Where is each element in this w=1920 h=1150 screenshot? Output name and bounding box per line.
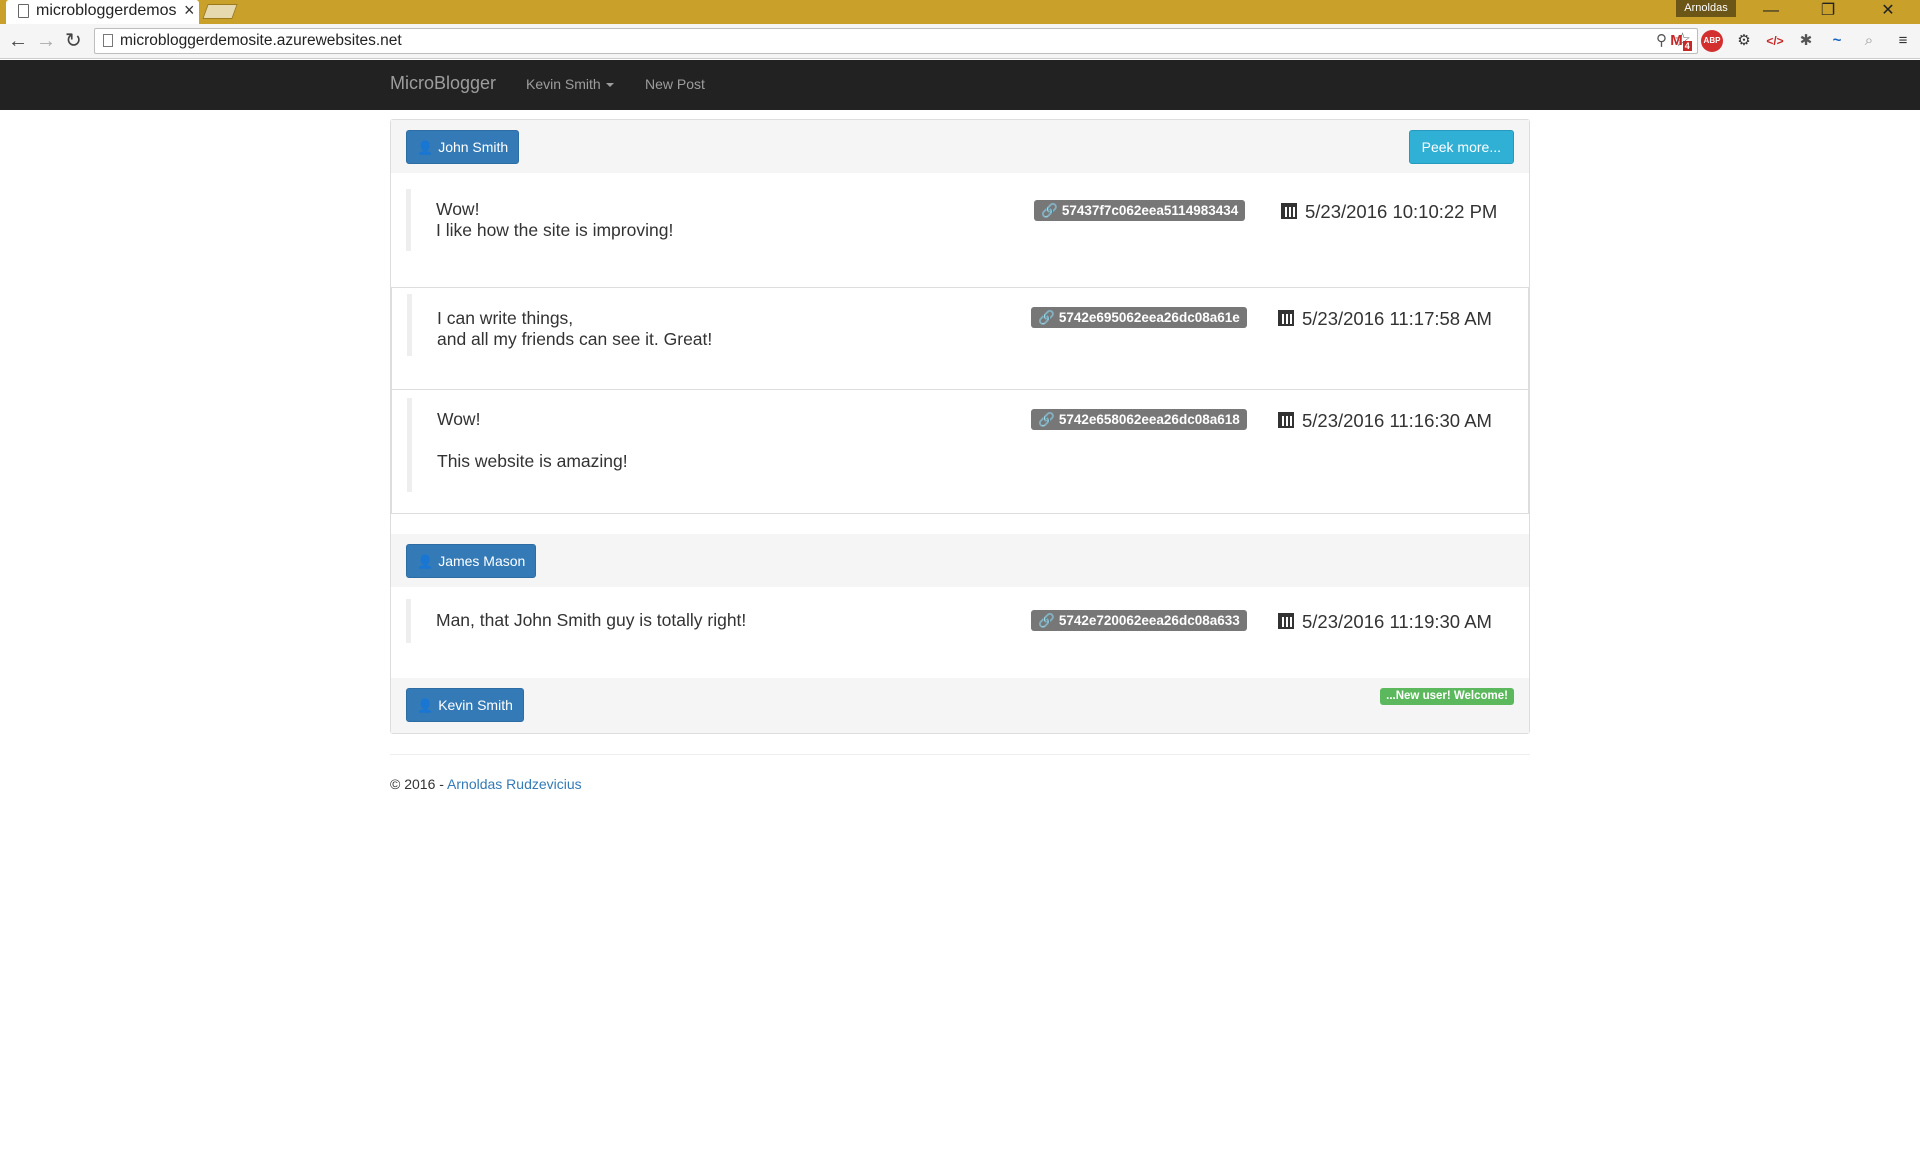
post-id-link[interactable]: 🔗 57437f7c062eea5114983434 (1034, 200, 1246, 221)
browser-title-bar: microbloggerdemosite.azurewebsites.net ×… (0, 0, 1920, 24)
post-item: Man, that John Smith guy is totally righ… (391, 587, 1529, 678)
bug-extension-icon[interactable]: ✱ (1795, 30, 1817, 52)
forward-icon[interactable]: → (36, 29, 56, 53)
tab-close-icon[interactable]: × (184, 0, 195, 21)
footer-divider (390, 754, 1530, 755)
author-button[interactable]: 👤 John Smith (406, 130, 520, 164)
page-favicon-icon (18, 4, 29, 18)
post-line: I like how the site is improving! (436, 220, 674, 240)
minimize-icon[interactable]: — (1748, 0, 1794, 22)
post-line: This website is amazing! (437, 451, 628, 471)
user-group-header: 👤 Kevin Smith ...New user! Welcome! (391, 678, 1529, 733)
link-icon: 🔗 (1041, 203, 1058, 218)
tab-title: microbloggerdemosite.azurewebsites.net (36, 2, 176, 19)
user-group-header: 👤 James Mason (391, 534, 1529, 587)
calendar-icon (1278, 613, 1294, 629)
timestamp-text: 5/23/2016 11:17:58 AM (1302, 308, 1492, 329)
peek-more-button[interactable]: Peek more... (1408, 130, 1514, 164)
post-text: I can write things, and all my friends c… (437, 308, 712, 350)
author-button[interactable]: 👤 James Mason (406, 544, 537, 578)
footer-copyright: © 2016 - (390, 776, 448, 792)
author-name: James Mason (438, 553, 526, 569)
adblock-extension-icon[interactable]: ABP (1701, 30, 1723, 52)
window-close-icon[interactable]: ✕ (1865, 0, 1911, 22)
address-bar[interactable]: microbloggerdemosite.azurewebsites.net ⚲… (94, 28, 1698, 54)
user-menu-label: Kevin Smith (526, 76, 601, 92)
timestamp-text: 5/23/2016 11:16:30 AM (1302, 410, 1492, 431)
user-group-header: 👤 John Smith Peek more... (391, 120, 1529, 173)
browser-toolbar: ← → ↻ microbloggerdemosite.azurewebsites… (0, 24, 1920, 59)
profile-button[interactable]: Arnoldas (1676, 0, 1736, 17)
post-timestamp: 5/23/2016 11:16:30 AM (1278, 410, 1492, 432)
post-line: I can write things, (437, 308, 574, 328)
post-timestamp: 5/23/2016 10:10:22 PM (1281, 201, 1497, 223)
user-icon: 👤 (417, 698, 434, 713)
post-id: 5742e720062eea26dc08a633 (1058, 613, 1240, 628)
search-extension-icon[interactable]: ⌕ (1858, 30, 1880, 52)
caret-down-icon (605, 83, 614, 88)
post-line: Wow! (437, 409, 481, 429)
timestamp-text: 5/23/2016 10:10:22 PM (1305, 201, 1498, 222)
post-timestamp: 5/23/2016 11:17:58 AM (1278, 308, 1492, 330)
new-tab-button[interactable] (202, 4, 238, 19)
browser-tab[interactable]: microbloggerdemosite.azurewebsites.net × (6, 0, 199, 24)
back-icon[interactable]: ← (8, 29, 28, 53)
post-timestamp: 5/23/2016 11:19:30 AM (1278, 611, 1492, 633)
post-line: and all my friends can see it. Great! (437, 329, 713, 349)
post-id-link[interactable]: 🔗 5742e658062eea26dc08a618 (1031, 409, 1247, 430)
post-item: I can write things, and all my friends c… (391, 287, 1529, 390)
calendar-icon (1281, 203, 1297, 219)
user-menu-dropdown[interactable]: Kevin Smith (526, 76, 614, 92)
chrome-menu-icon[interactable]: ≡ (1892, 30, 1914, 52)
wave-extension-icon[interactable]: ~ (1826, 30, 1848, 52)
gmail-badge: 4 (1682, 41, 1692, 51)
post-text: Man, that John Smith guy is totally righ… (436, 610, 746, 631)
link-icon: 🔗 (1038, 412, 1055, 427)
new-post-link[interactable]: New Post (645, 76, 705, 92)
post-text: Wow! This website is amazing! (437, 409, 628, 472)
key-icon[interactable]: ⚲ (1656, 31, 1667, 49)
settings-gear-icon[interactable]: ⚙ (1733, 30, 1755, 52)
address-url[interactable]: microbloggerdemosite.azurewebsites.net (120, 32, 402, 50)
post-item: Wow! I like how the site is improving! 🔗… (391, 173, 1529, 287)
footer: © 2016 - Arnoldas Rudzevicius (390, 776, 582, 792)
brand-link[interactable]: MicroBlogger (390, 73, 496, 94)
author-name: Kevin Smith (438, 697, 513, 713)
post-id-link[interactable]: 🔗 5742e695062eea26dc08a61e (1031, 307, 1247, 328)
footer-author-link[interactable]: Arnoldas Rudzevicius (447, 776, 582, 792)
calendar-icon (1278, 412, 1294, 428)
new-user-badge: ...New user! Welcome! (1380, 688, 1514, 705)
post-line: Wow! (436, 199, 480, 219)
page-icon (103, 34, 113, 47)
user-icon: 👤 (417, 140, 434, 155)
timestamp-text: 5/23/2016 11:19:30 AM (1302, 611, 1492, 632)
restore-icon[interactable]: ❐ (1805, 0, 1851, 22)
code-extension-icon[interactable]: </> (1764, 30, 1786, 52)
author-name: John Smith (438, 139, 509, 155)
gmail-extension-icon[interactable]: M4 (1670, 30, 1692, 52)
post-id-link[interactable]: 🔗 5742e720062eea26dc08a633 (1031, 610, 1247, 631)
user-icon: 👤 (417, 554, 434, 569)
site-navbar: MicroBlogger Kevin Smith New Post (0, 60, 1920, 110)
reload-icon[interactable]: ↻ (65, 29, 82, 53)
author-button[interactable]: 👤 Kevin Smith (406, 688, 524, 722)
post-id: 57437f7c062eea5114983434 (1061, 203, 1239, 218)
post-id: 5742e695062eea26dc08a61e (1058, 310, 1240, 325)
calendar-icon (1278, 310, 1294, 326)
link-icon: 🔗 (1038, 613, 1055, 628)
post-id: 5742e658062eea26dc08a618 (1058, 412, 1240, 427)
post-text: Wow! I like how the site is improving! (436, 199, 673, 241)
link-icon: 🔗 (1038, 310, 1055, 325)
post-line: Man, that John Smith guy is totally righ… (436, 610, 747, 630)
feed-panel: 👤 John Smith Peek more... Wow! I like how… (390, 119, 1530, 734)
post-item: Wow! This website is amazing! 🔗 5742e6580… (391, 389, 1529, 514)
